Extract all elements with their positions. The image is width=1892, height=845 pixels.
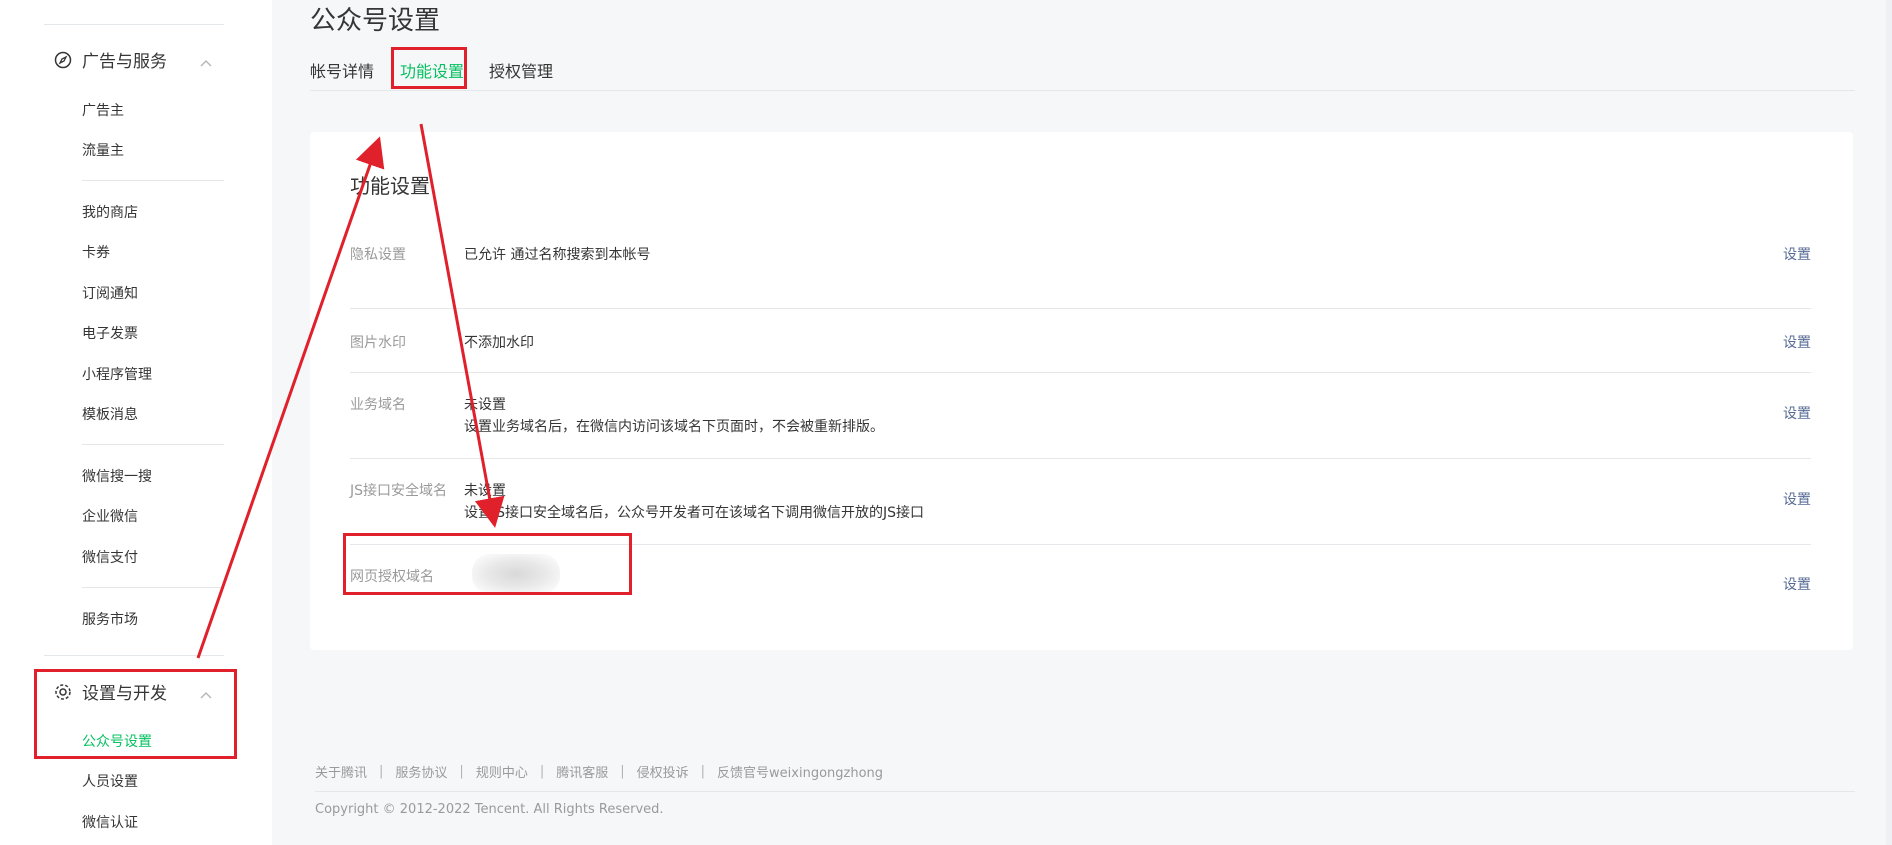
sidebar-item-service-market[interactable]: 服务市场 (82, 609, 138, 629)
sidebar-group-settings[interactable]: 设置与开发 (54, 679, 167, 704)
footer-link-feedback[interactable]: 反馈官号weixingongzhong (717, 762, 883, 781)
footer-link-terms[interactable]: 服务协议 (395, 762, 447, 781)
card-title: 功能设置 (350, 174, 430, 198)
tab-bar: 帐号详情 功能设置 授权管理 (310, 56, 1855, 91)
footer-link-infringement[interactable]: 侵权投诉 (637, 762, 689, 781)
privacy-settings-link[interactable]: 设置 (1783, 244, 1811, 264)
row-value: 未设置 (464, 397, 506, 413)
chevron-up-icon[interactable] (200, 52, 212, 67)
sidebar-item-wechat-search[interactable]: 微信搜一搜 (82, 466, 152, 486)
sidebar-divider (82, 444, 224, 445)
sidebar-divider (44, 655, 224, 656)
footer-divider (315, 791, 1855, 792)
sidebar-item-wecom[interactable]: 企业微信 (82, 506, 138, 526)
sidebar-item-advertiser[interactable]: 广告主 (82, 100, 124, 120)
scrollbar-track[interactable] (1886, 0, 1892, 845)
chevron-up-icon[interactable] (200, 684, 212, 699)
sidebar-divider (82, 587, 224, 588)
sidebar-item-wechat-verification[interactable]: 微信认证 (82, 812, 138, 832)
row-description: 设置JS接口安全域名后，公众号开发者可在该域名下调用微信开放的JS接口 (464, 505, 925, 521)
watermark-settings-link[interactable]: 设置 (1783, 332, 1811, 352)
footer-separator: | (700, 764, 706, 779)
compass-icon (54, 51, 72, 69)
footer-separator: | (379, 764, 384, 779)
copyright: Copyright © 2012-2022 Tencent. All Right… (315, 802, 664, 817)
page-title: 公众号设置 (310, 6, 441, 36)
tab-account-details[interactable]: 帐号详情 (310, 58, 374, 82)
row-label: 网页授权域名 (350, 569, 434, 585)
sidebar-group-ads-label: 广告与服务 (82, 52, 167, 72)
row-value: 未设置 (464, 483, 506, 499)
settings-row-oauth-domain: 网页授权域名 设置 (350, 544, 1811, 630)
footer-link-rules[interactable]: 规则中心 (476, 762, 528, 781)
oauth-domain-settings-link[interactable]: 设置 (1783, 574, 1811, 594)
sidebar-item-publisher[interactable]: 流量主 (82, 140, 124, 160)
sidebar-item-template-message[interactable]: 模板消息 (82, 404, 138, 424)
blurred-domain-value (472, 554, 560, 594)
settings-row-js-domain: JS接口安全域名 未设置 设置JS接口安全域名后，公众号开发者可在该域名下调用微… (350, 458, 1811, 545)
sidebar: 广告与服务 广告主 流量主 我的商店 卡券 订阅通知 电子发票 小程序管理 模板… (0, 0, 272, 845)
tab-feature-settings[interactable]: 功能设置 (400, 58, 464, 82)
sidebar-item-wechat-pay[interactable]: 微信支付 (82, 547, 138, 567)
sidebar-item-subscription-notice[interactable]: 订阅通知 (82, 283, 138, 303)
row-value: 不添加水印 (464, 335, 534, 351)
js-domain-settings-link[interactable]: 设置 (1783, 489, 1811, 509)
footer-link-support[interactable]: 腾讯客服 (556, 762, 608, 781)
sidebar-divider (44, 24, 224, 25)
tab-authorization[interactable]: 授权管理 (489, 58, 553, 82)
sidebar-group-settings-label: 设置与开发 (82, 684, 167, 704)
row-label: 图片水印 (350, 335, 406, 351)
row-label: 业务域名 (350, 397, 406, 413)
sidebar-item-cards[interactable]: 卡券 (82, 242, 110, 262)
sidebar-item-my-store[interactable]: 我的商店 (82, 202, 138, 222)
row-value: 已允许 通过名称搜索到本帐号 (464, 247, 651, 263)
sidebar-item-personnel-settings[interactable]: 人员设置 (82, 771, 138, 791)
sidebar-item-e-invoice[interactable]: 电子发票 (82, 323, 138, 343)
row-label: 隐私设置 (350, 247, 406, 263)
sidebar-divider (82, 180, 224, 181)
footer-separator: | (620, 764, 625, 779)
sidebar-group-ads[interactable]: 广告与服务 (54, 47, 167, 72)
settings-row-business-domain: 业务域名 未设置 设置业务域名后，在微信内访问该域名下页面时，不会被重新排版。 … (350, 372, 1811, 459)
footer-separator: | (539, 764, 545, 779)
settings-row-privacy: 隐私设置 已允许 通过名称搜索到本帐号 设置 (350, 244, 1811, 309)
feature-settings-card: 功能设置 隐私设置 已允许 通过名称搜索到本帐号 设置 图片水印 不添加水印 设… (310, 132, 1853, 650)
row-description: 设置业务域名后，在微信内访问该域名下页面时，不会被重新排版。 (464, 419, 884, 435)
footer-separator: | (459, 764, 464, 779)
sidebar-item-mini-program[interactable]: 小程序管理 (82, 364, 152, 384)
footer-links: 关于腾讯 | 服务协议 | 规则中心 | 腾讯客服 | 侵权投诉 | 反馈官号w… (315, 762, 883, 781)
settings-row-watermark: 图片水印 不添加水印 设置 (350, 308, 1811, 373)
footer-link-about[interactable]: 关于腾讯 (315, 762, 367, 781)
gear-icon (54, 683, 72, 701)
row-label: JS接口安全域名 (350, 483, 448, 499)
sidebar-item-account-settings[interactable]: 公众号设置 (82, 731, 152, 751)
business-domain-settings-link[interactable]: 设置 (1783, 403, 1811, 423)
